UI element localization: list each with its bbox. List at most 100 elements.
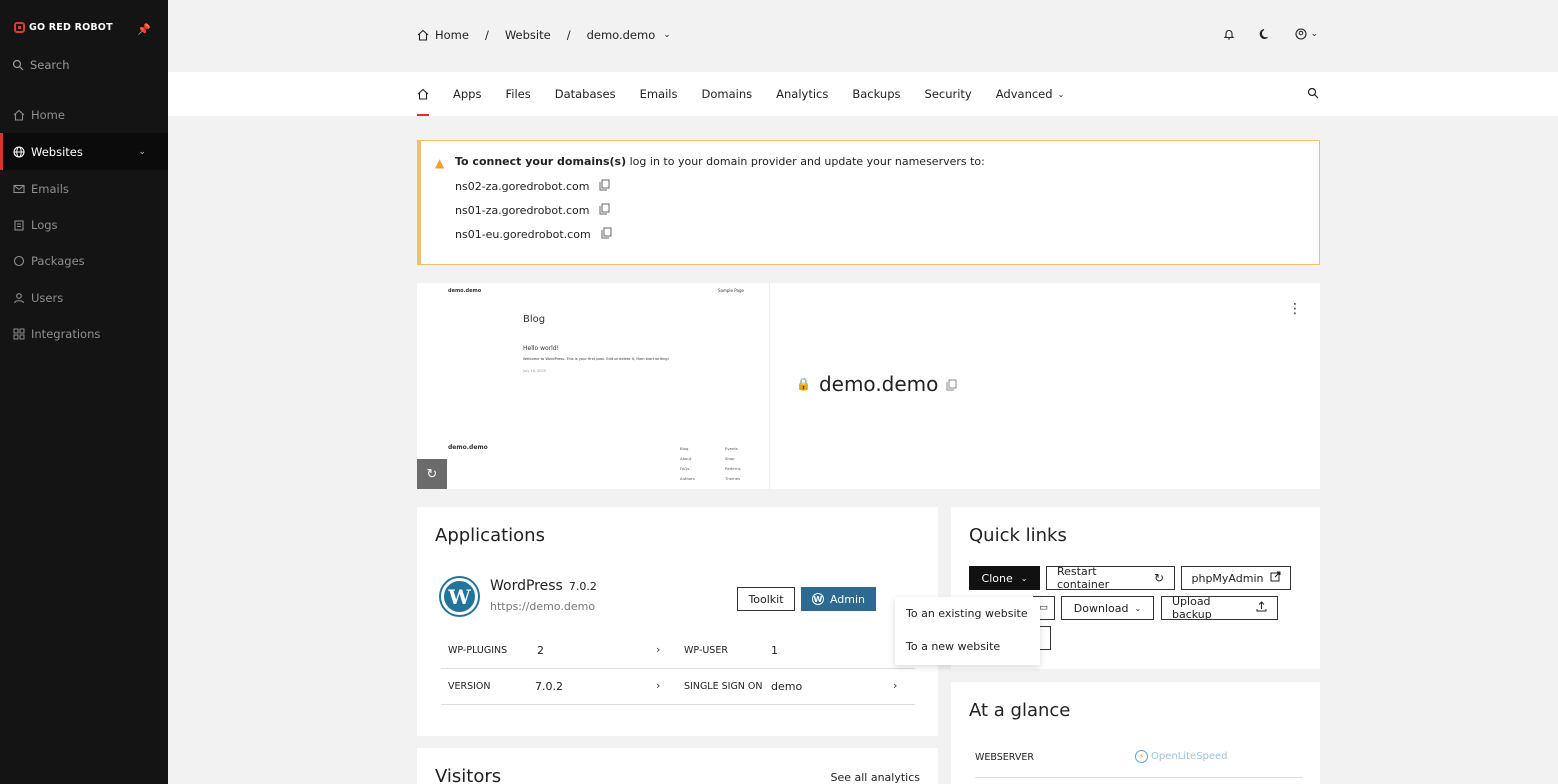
sidebar-item-label: Emails	[31, 181, 69, 196]
tab-domains[interactable]: Domains	[702, 72, 753, 116]
breadcrumb-current[interactable]: demo.demo	[587, 28, 656, 42]
see-all-analytics-link[interactable]: See all analytics	[830, 771, 920, 784]
visitors-title: Visitors	[435, 766, 502, 784]
thumb-footer-link: Events	[725, 446, 738, 451]
account-menu[interactable]: ⌄	[1295, 28, 1318, 40]
app-url[interactable]: https://demo.demo	[490, 600, 595, 613]
chevron-down-icon: ⌄	[138, 146, 146, 157]
tab-databases[interactable]: Databases	[555, 72, 616, 116]
dropdown-pointer	[1000, 590, 1010, 596]
external-link-icon	[1270, 571, 1281, 585]
alert-message: To connect your domains(s) log in to you…	[455, 155, 985, 168]
chevron-down-icon: ⌄	[1134, 603, 1142, 613]
tab-analytics[interactable]: Analytics	[776, 72, 828, 116]
chevron-down-icon[interactable]: ⌄	[663, 30, 671, 40]
copy-icon[interactable]	[599, 203, 610, 218]
wordpress-icon: W	[811, 593, 824, 605]
chevron-right-icon[interactable]: ›	[893, 679, 897, 692]
breadcrumb-home[interactable]: Home	[435, 28, 469, 42]
phpmyadmin-button[interactable]: phpMyAdmin	[1181, 566, 1291, 590]
sidebar-item-websites[interactable]: Websites ⌄	[0, 133, 168, 170]
app-version: 7.0.2	[568, 580, 597, 593]
alert-message-bold: To connect your domains(s)	[455, 155, 627, 168]
tab-backups[interactable]: Backups	[852, 72, 900, 116]
clone-to-new-option[interactable]: To a new website	[906, 640, 1000, 653]
meta-value: 7.0.2	[535, 680, 563, 693]
meta-value: demo	[771, 680, 803, 693]
moon-icon[interactable]	[1259, 28, 1271, 40]
thumb-post-excerpt: Welcome to WordPress. This is your first…	[523, 357, 669, 361]
app-meta-row: WP-PLUGINS 2 › WP-USER 1	[441, 633, 915, 669]
meta-key: WP-USER	[684, 645, 728, 656]
chevron-down-icon: ⌄	[1020, 573, 1028, 583]
toolkit-button[interactable]: Toolkit	[737, 587, 795, 611]
copy-icon[interactable]	[599, 179, 610, 194]
lock-icon: ▭	[1039, 603, 1048, 613]
meta-key: VERSION	[448, 681, 491, 692]
thumb-sample-page: Sample Page	[718, 288, 744, 293]
breadcrumb: Home / Website / demo.demo ⌄	[417, 28, 671, 42]
admin-button[interactable]: W Admin	[801, 587, 876, 611]
sidebar: GO RED ROBOT 📌 Search Home Websites ⌄ Em…	[0, 0, 168, 784]
sidebar-item-emails[interactable]: Emails	[0, 170, 168, 207]
sidebar-item-logs[interactable]: Logs	[0, 206, 168, 243]
upload-backup-label: Upload backup	[1172, 595, 1212, 621]
top-bar: Home / Website / demo.demo ⌄ ⌄	[168, 0, 1558, 72]
openlitespeed-logo: ⚡ OpenLiteSpeed	[1135, 750, 1227, 763]
warning-icon: ▲	[435, 156, 445, 170]
sidebar-item-label: Logs	[31, 217, 58, 232]
sidebar-item-packages[interactable]: Packages	[0, 242, 168, 279]
sidebar-item-users[interactable]: Users	[0, 279, 168, 316]
home-icon	[13, 109, 25, 121]
chevron-right-icon[interactable]: ›	[656, 643, 660, 656]
clone-button[interactable]: Clone ⌄	[969, 566, 1040, 590]
thumb-footer-link: FAQs	[680, 466, 690, 471]
upload-backup-button[interactable]: Upload backup	[1161, 595, 1278, 621]
admin-button-label: Admin	[829, 592, 866, 606]
download-button[interactable]: Download ⌄	[1061, 596, 1154, 620]
meta-key: WP-PLUGINS	[448, 645, 508, 656]
thumb-blog-heading: Blog	[523, 314, 546, 325]
search-icon[interactable]	[1307, 87, 1319, 99]
pin-icon[interactable]: 📌	[137, 23, 151, 36]
thumb-footer-site: demo.demo	[448, 444, 488, 451]
globe-icon	[13, 145, 25, 158]
sidebar-item-label: Home	[31, 107, 65, 122]
site-domain: demo.demo	[818, 372, 939, 396]
refresh-preview-button[interactable]: ↻	[417, 459, 447, 489]
clone-to-existing-option[interactable]: To an existing website	[906, 607, 1028, 620]
copy-icon[interactable]	[601, 227, 612, 242]
tab-apps[interactable]: Apps	[453, 72, 481, 116]
copy-icon[interactable]	[946, 372, 957, 396]
applications-card: Applications W WordPress 7.0.2 https://de…	[417, 507, 938, 736]
tab-files[interactable]: Files	[505, 72, 530, 116]
tab-security[interactable]: Security	[925, 72, 972, 116]
home-icon	[417, 88, 429, 100]
more-options-icon[interactable]: ⋮	[1288, 301, 1302, 317]
sidebar-item-integrations[interactable]: Integrations	[0, 315, 168, 352]
tab-overview[interactable]	[417, 72, 429, 116]
top-actions: ⌄	[1223, 28, 1318, 40]
sidebar-search[interactable]: Search	[12, 58, 70, 72]
nameserver-alert: ▲ To connect your domains(s) log in to y…	[417, 140, 1320, 265]
nameserver-value: ns01-za.goredrobot.com	[455, 204, 590, 217]
thumb-footer-link: Themes	[725, 476, 741, 481]
chevron-down-icon: ⌄	[1057, 89, 1065, 99]
website-thumbnail[interactable]: demo.demo Sample Page Blog Hello world! …	[417, 283, 770, 489]
website-tabs: Apps Files Databases Emails Domains Anal…	[417, 72, 1088, 116]
app-name: WordPress 7.0.2	[490, 578, 597, 594]
user-icon	[13, 292, 25, 304]
brand-logo[interactable]: GO RED ROBOT	[14, 22, 113, 33]
thumb-footer-col: Blog About FAQs Authors	[680, 444, 695, 484]
tab-emails[interactable]: Emails	[640, 72, 678, 116]
restart-container-button[interactable]: Restart container ↻	[1046, 565, 1175, 591]
thumb-footer-link: Blog	[680, 446, 689, 451]
sidebar-item-home[interactable]: Home	[0, 96, 168, 133]
tab-advanced[interactable]: Advanced ⌄	[996, 72, 1065, 116]
app-meta-row: VERSION 7.0.2 › SINGLE SIGN ON demo ›	[441, 669, 915, 705]
breadcrumb-section[interactable]: Website	[505, 28, 551, 42]
at-a-glance-title: At a glance	[969, 700, 1071, 721]
applications-title: Applications	[435, 525, 545, 546]
bell-icon[interactable]	[1223, 28, 1235, 40]
chevron-right-icon[interactable]: ›	[656, 679, 660, 692]
